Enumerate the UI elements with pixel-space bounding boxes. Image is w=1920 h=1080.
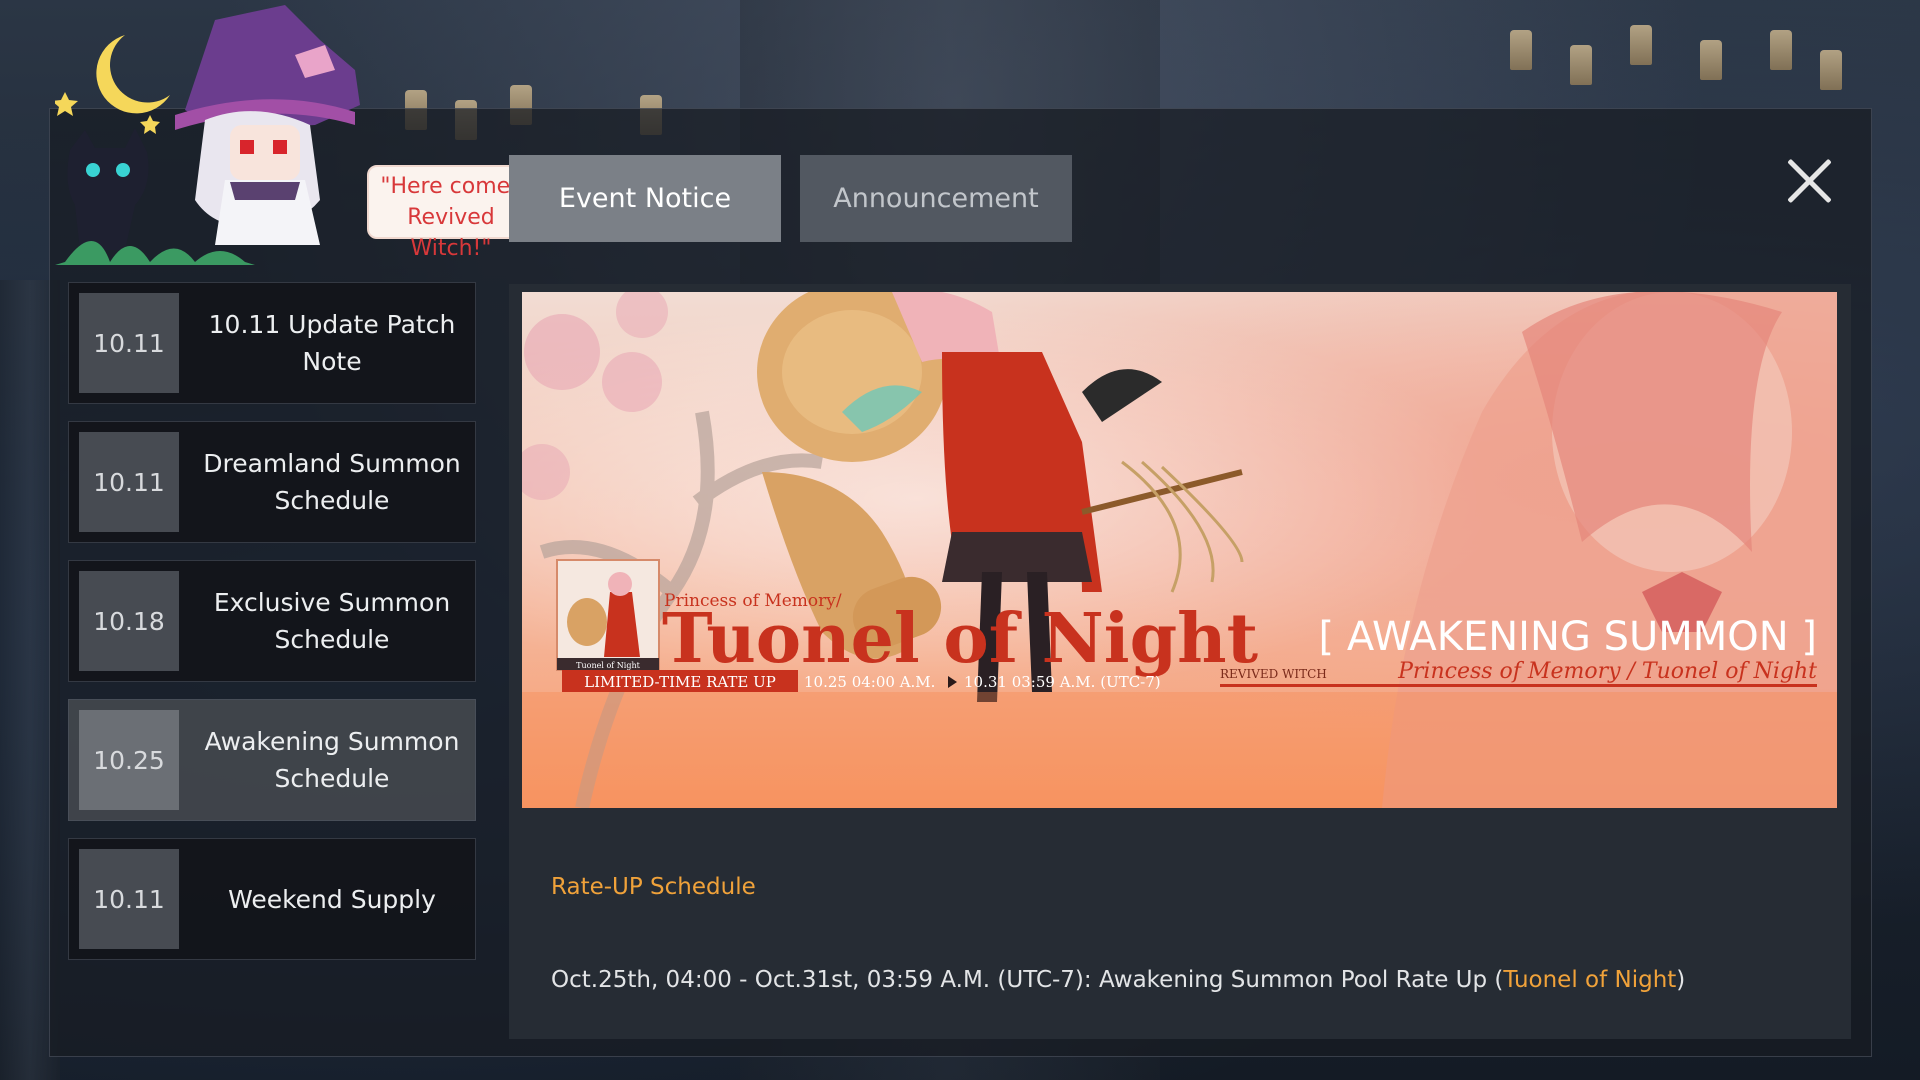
tab-label: Event Notice xyxy=(558,183,732,214)
banner-end-time: 10.31 03:59 A.M. (UTC-7) xyxy=(964,673,1161,691)
sidebar-item-label: Awakening Summon Schedule xyxy=(204,727,460,793)
banner-start-time: 10.25 04:00 A.M. xyxy=(804,673,935,691)
sidebar-item-awakening-summon[interactable]: 10.25 Awakening Summon Schedule xyxy=(68,699,476,821)
date-badge: 10.11 xyxy=(79,849,179,949)
banner-artwork: Tuonel of Night Princess of Memory/ Tuon… xyxy=(522,292,1837,808)
date-badge: 10.11 xyxy=(79,293,179,393)
rate-up-heading: Rate-UP Schedule xyxy=(551,874,756,900)
sidebar-item-dreamland-summon[interactable]: 10.11 Dreamland Summon Schedule xyxy=(68,421,476,543)
description-suffix: ) xyxy=(1676,967,1686,993)
sidebar-item-label: Dreamland Summon Schedule xyxy=(203,449,461,515)
notice-content: Tuonel of Night Princess of Memory/ Tuon… xyxy=(509,284,1851,1039)
sidebar-item-label: Weekend Supply xyxy=(228,884,436,914)
date-badge: 10.25 xyxy=(79,710,179,810)
revived-label: REVIVED WITCH xyxy=(1220,667,1327,681)
rate-up-tag: LIMITED-TIME RATE UP xyxy=(584,673,776,691)
close-button[interactable] xyxy=(1779,150,1839,210)
moon-icon xyxy=(96,35,170,114)
event-banner: Tuonel of Night Princess of Memory/ Tuon… xyxy=(522,292,1837,808)
sidebar-item-exclusive-summon[interactable]: 10.18 Exclusive Summon Schedule xyxy=(68,560,476,682)
date-badge: 10.11 xyxy=(79,432,179,532)
portrait-caption: Tuonel of Night xyxy=(576,661,640,670)
sidebar-item-update-patch-note[interactable]: 10.11 10.11 Update Patch Note xyxy=(68,282,476,404)
sidebar-item-label: Exclusive Summon Schedule xyxy=(213,588,451,654)
highlight-character-name: Tuonel of Night xyxy=(1503,967,1677,993)
date-badge: 10.18 xyxy=(79,571,179,671)
tab-event-notice[interactable]: Event Notice xyxy=(509,155,781,242)
tab-label: Announcement xyxy=(833,183,1039,214)
summon-title: [ AWAKENING SUMMON ] xyxy=(1319,614,1818,660)
sidebar-item-weekend-supply[interactable]: 10.11 Weekend Supply xyxy=(68,838,476,960)
description-text: Oct.25th, 04:00 - Oct.31st, 03:59 A.M. (… xyxy=(551,967,1504,993)
revived-name: Princess of Memory / Tuonel of Night xyxy=(1397,659,1817,684)
tab-announcement[interactable]: Announcement xyxy=(800,155,1072,242)
sidebar-item-label: 10.11 Update Patch Note xyxy=(208,310,456,376)
rate-up-description: Oct.25th, 04:00 - Oct.31st, 03:59 A.M. (… xyxy=(551,967,1685,993)
banner-title: Tuonel of Night xyxy=(662,599,1259,679)
mascot-decoration: "Here comes Revived Witch!" xyxy=(52,0,535,265)
